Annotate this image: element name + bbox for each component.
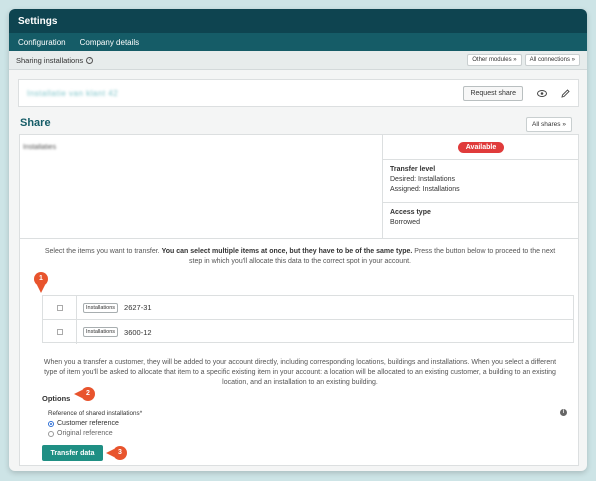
item-checkbox[interactable]	[56, 329, 63, 335]
sharing-installations-label: Sharing installations ?	[16, 55, 94, 65]
status-cell: Available	[383, 135, 579, 160]
all-shares-button[interactable]: All shares »	[526, 117, 572, 132]
all-connections-button[interactable]: All connections »	[524, 54, 580, 66]
share-panel: Installaties Available Transfer level De…	[19, 134, 579, 466]
subheader: Sharing installations ? Other modules » …	[9, 51, 587, 70]
installation-name: Installatie van klant 42	[27, 88, 119, 98]
table-row[interactable]: Installations 3600-12	[43, 320, 573, 344]
checkbox-cell	[43, 320, 77, 344]
access-type-heading: Access type	[390, 209, 431, 216]
select-instructions: Select the items you want to transfer. Y…	[20, 247, 580, 267]
nav-configuration[interactable]: Configuration	[18, 38, 66, 47]
item-type-tag: Installations	[83, 302, 119, 313]
step-marker-2: 2	[81, 387, 95, 401]
item-type-tag: Installations	[83, 327, 119, 337]
radio-original-reference[interactable]: Original reference	[48, 430, 113, 437]
select-info-pre: Select the items you want to transfer.	[44, 248, 162, 255]
help-icon[interactable]: ?	[86, 56, 94, 64]
reference-label: Reference of shared installations*	[48, 410, 143, 417]
access-type-value: Borrowed	[390, 219, 420, 226]
status-badge: Available	[457, 141, 505, 153]
transfer-desired: Desired: Installations	[390, 176, 455, 183]
options-title: Options	[42, 394, 71, 403]
request-share-button[interactable]: Request share	[463, 85, 523, 101]
checkbox-cell	[43, 296, 77, 319]
radio-customer-reference[interactable]: Customer reference	[48, 420, 119, 427]
edit-pencil-icon[interactable]	[561, 88, 570, 98]
marker-1-arrow	[37, 285, 45, 293]
top-nav: Configuration Company details	[9, 33, 587, 51]
transfer-assigned: Assigned: Installations	[390, 185, 460, 193]
transfer-data-button[interactable]: Transfer data	[42, 445, 103, 461]
access-type-cell: Access type Borrowed	[383, 203, 579, 234]
table-row[interactable]: Installations 2627-31	[43, 296, 573, 320]
share-details: Available Transfer level Desired: Instal…	[383, 135, 579, 239]
settings-window: Settings Configuration Company details S…	[9, 9, 587, 471]
share-name-cell: Installaties	[20, 135, 383, 239]
item-value: 3600-12	[124, 327, 152, 337]
sharing-installations-text: Sharing installations	[16, 55, 84, 65]
items-table: Installations 2627-31 Installations 3600…	[42, 295, 574, 344]
transfer-level-heading: Transfer level	[390, 166, 436, 173]
transfer-level-cell: Transfer level Desired: Installations As…	[383, 160, 579, 203]
select-info-bold: You can select multiple items at once, b…	[161, 248, 413, 255]
transfer-note: When you a transfer a customer, they wil…	[43, 359, 557, 386]
share-name: Installaties	[23, 144, 57, 151]
radio-label: Original reference	[57, 430, 113, 437]
radio-button-selected[interactable]	[48, 420, 54, 427]
share-title: Share	[20, 117, 51, 129]
radio-label: Customer reference	[57, 420, 119, 427]
info-icon[interactable]: i	[560, 409, 567, 416]
eye-icon[interactable]	[537, 89, 547, 97]
nav-company-details[interactable]: Company details	[80, 38, 140, 47]
window-title: Settings	[9, 9, 587, 33]
step-marker-1: 1	[34, 272, 48, 286]
item-value: 2627-31	[124, 303, 152, 312]
radio-button[interactable]	[48, 430, 54, 437]
other-modules-button[interactable]: Other modules »	[467, 54, 522, 66]
item-checkbox[interactable]	[56, 304, 63, 311]
step-marker-3: 3	[113, 446, 127, 460]
installation-header: Installatie van klant 42 Request share	[18, 79, 579, 107]
